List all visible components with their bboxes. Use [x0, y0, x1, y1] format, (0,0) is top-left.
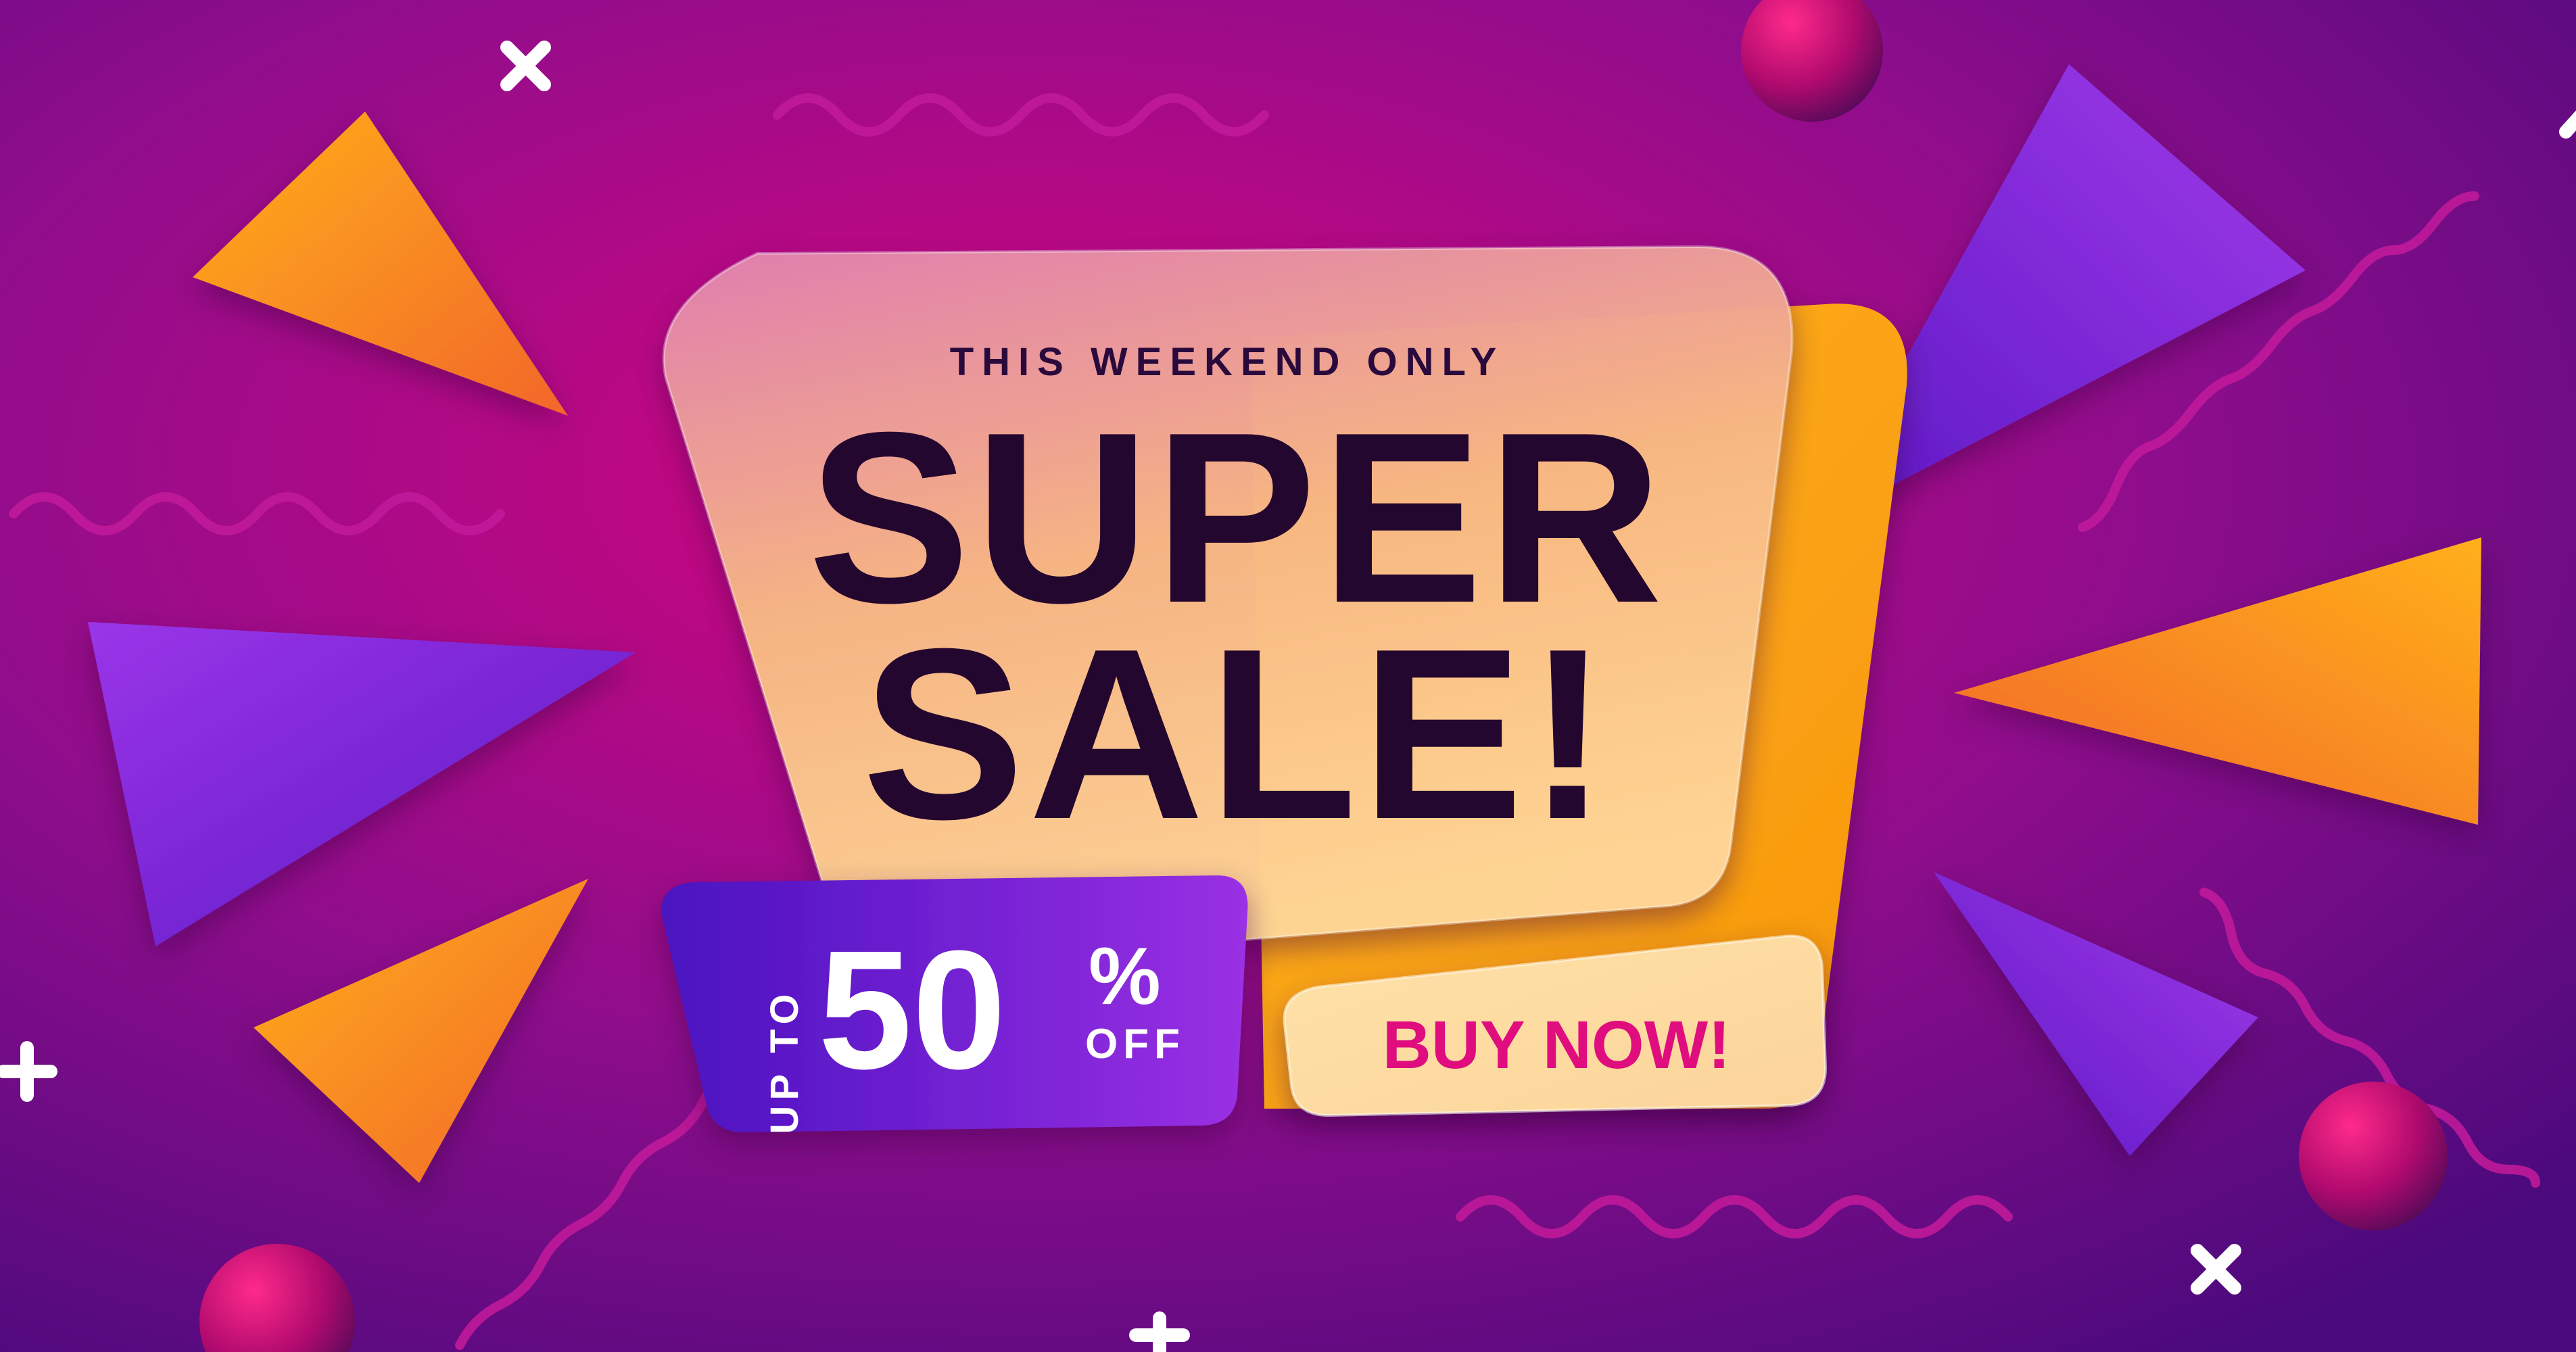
buy-now-label[interactable]: BUY NOW!	[1383, 1007, 1731, 1083]
discount-suffix: OFF	[1085, 1021, 1185, 1067]
sale-banner: THIS WEEKEND ONLY SUPER SALE! UP TO 50 %…	[0, 0, 2576, 1352]
headline-line-2: SALE!	[862, 598, 1613, 870]
banner-artwork: THIS WEEKEND ONLY SUPER SALE! UP TO 50 %…	[0, 0, 2576, 1352]
discount-prefix: UP TO	[763, 988, 807, 1134]
tagline: THIS WEEKEND ONLY	[950, 340, 1505, 384]
discount-value: 50	[818, 915, 1006, 1104]
discount-unit: %	[1089, 931, 1161, 1021]
sphere-icon	[2299, 1082, 2448, 1230]
